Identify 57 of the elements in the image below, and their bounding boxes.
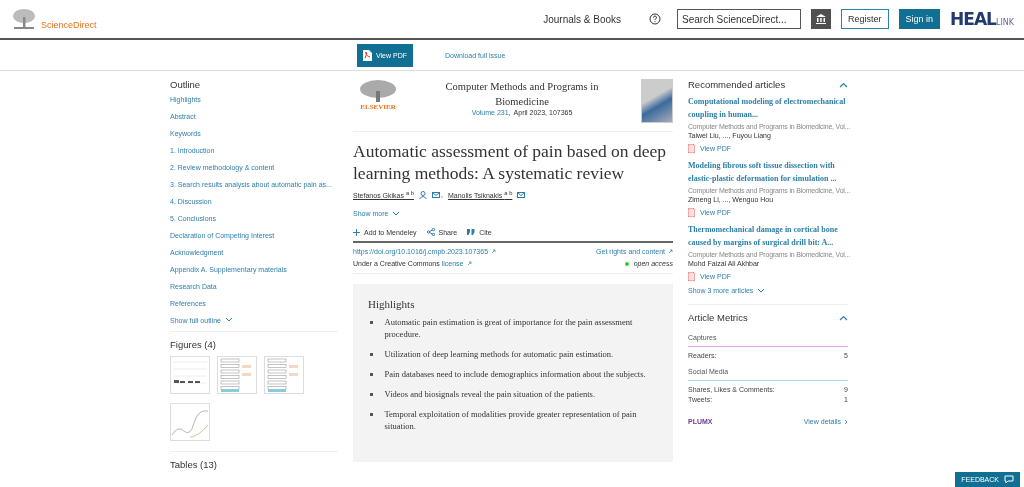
- search-field[interactable]: Search ScienceDirect...: [677, 9, 802, 29]
- sign-in-button[interactable]: Sign in: [898, 9, 941, 29]
- pdf-icon: [688, 208, 695, 217]
- figure-thumbnail[interactable]: [264, 356, 304, 394]
- chevron-right-icon: [844, 418, 848, 425]
- chevron-down-icon: [392, 211, 401, 217]
- collapse-icon[interactable]: [839, 314, 848, 321]
- article-title: Automatic assessment of pain based on deep learning methods: A systematic review: [353, 140, 667, 184]
- bank-icon: [815, 13, 828, 25]
- highlight-text: Temporal exploitation of modalities provide greater representation of pain situation.: [384, 408, 638, 433]
- outline-heading: Outline: [170, 79, 202, 90]
- institution-button[interactable]: [811, 9, 832, 29]
- external-link-icon: [491, 249, 497, 255]
- quote-icon: [467, 229, 476, 236]
- mail-icon[interactable]: [432, 191, 441, 198]
- figure-thumbnail[interactable]: [217, 356, 257, 394]
- highlight-text: Videos and biosignals reveal the pain situation of the patients.: [384, 388, 596, 401]
- chevron-down-icon: [757, 288, 766, 293]
- highlight-text: Pain databases need to include demographics information about the subjects.: [384, 368, 646, 381]
- share-icon: [426, 228, 435, 237]
- journal-cover-placeholder[interactable]: [641, 79, 673, 123]
- collapse-icon[interactable]: [839, 81, 848, 88]
- figure-thumbnail[interactable]: [170, 403, 210, 441]
- figure-thumbnail[interactable]: [170, 356, 210, 394]
- bullet: [370, 353, 373, 356]
- article-link[interactable]: Thermomechanical damage in cortical bone caused by margins of surgical drill bit: A...: [688, 223, 848, 249]
- pdf-icon: [363, 49, 372, 61]
- mail-icon[interactable]: [517, 191, 526, 198]
- bullet: [370, 321, 373, 324]
- journal-title[interactable]: Computer Methods and Programs in Biomedicine: [422, 79, 622, 109]
- tables-heading: Tables (13): [170, 459, 218, 470]
- partner-logo: HEALLINK: [950, 9, 1014, 29]
- figures-heading: Figures (4): [170, 339, 217, 350]
- article-link[interactable]: Computational modeling of electromechanical coupling in human...: [688, 95, 848, 121]
- external-link-icon: [466, 261, 472, 267]
- help-icon[interactable]: [649, 13, 662, 25]
- status-dot: [624, 261, 629, 266]
- plus-icon: [353, 228, 360, 236]
- chat-icon: [1004, 475, 1014, 484]
- bullet: [370, 393, 373, 396]
- register-button[interactable]: Register: [841, 9, 889, 29]
- metrics-heading: Article Metrics: [688, 312, 748, 323]
- pdf-icon: [688, 272, 695, 281]
- bullet: [370, 413, 373, 416]
- recommended-heading: Recommended articles: [688, 79, 786, 90]
- bullet: [370, 373, 373, 376]
- journals-link[interactable]: Journals & Books: [543, 13, 622, 25]
- article-link[interactable]: Modeling fibrous soft tissue dissection with elastic-plastic deformation for simulation ...: [688, 159, 848, 185]
- highlight-text: Automatic pain estimation is great of importance for the pain assessment procedure.: [384, 316, 634, 341]
- tree-logo-icon[interactable]: [12, 8, 36, 30]
- brand-name[interactable]: ScienceDirect: [41, 20, 97, 30]
- external-link-icon: [668, 249, 673, 255]
- highlight-text: Utilization of deep learning methods for automatic pain estimation.: [384, 348, 614, 361]
- chevron-down-icon: [225, 317, 233, 322]
- tree-logo-icon: [359, 79, 397, 103]
- pdf-icon: [688, 144, 695, 153]
- highlights-heading: Highlights: [368, 298, 416, 311]
